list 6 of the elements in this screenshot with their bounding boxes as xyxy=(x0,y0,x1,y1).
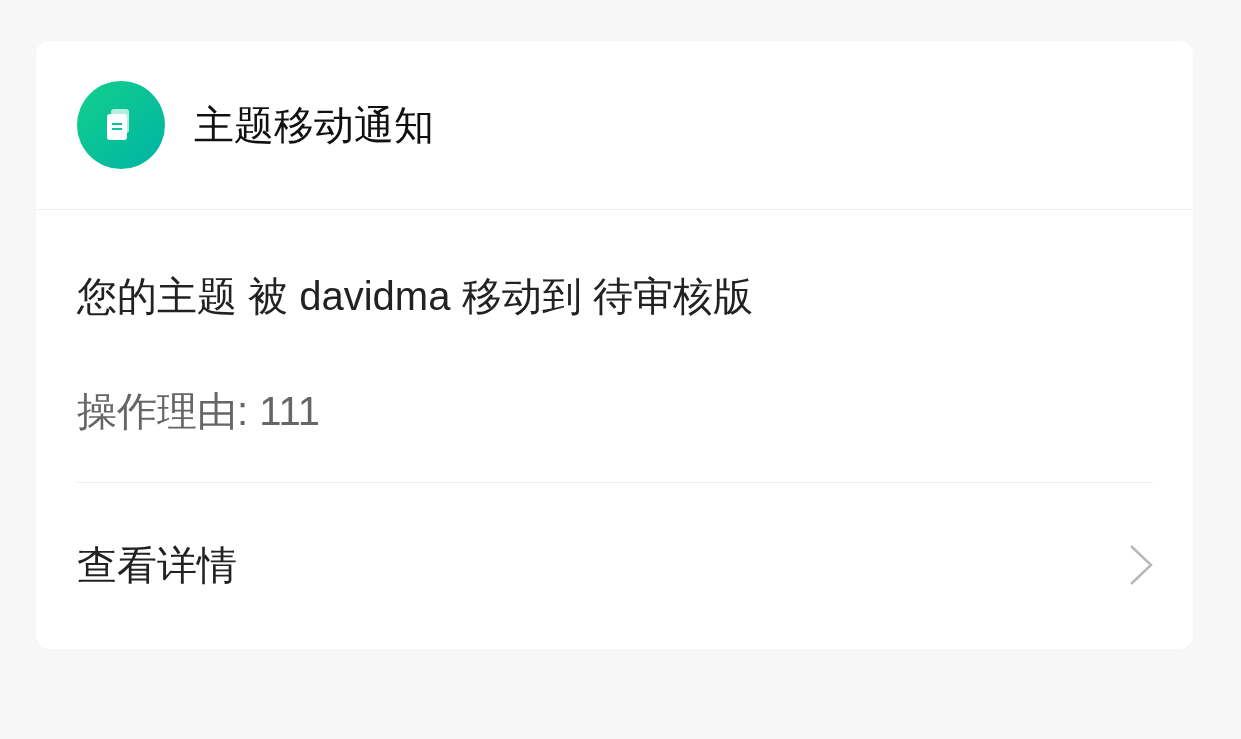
document-icon xyxy=(77,81,165,169)
view-details-link[interactable]: 查看详情 xyxy=(36,482,1193,648)
notification-title: 主题移动通知 xyxy=(194,105,434,145)
chevron-right-icon xyxy=(1129,544,1153,586)
notification-message: 您的主题 被 davidma 移动到 待审核版 xyxy=(77,276,754,316)
reason-text: 操作理由: 111 xyxy=(77,391,322,431)
